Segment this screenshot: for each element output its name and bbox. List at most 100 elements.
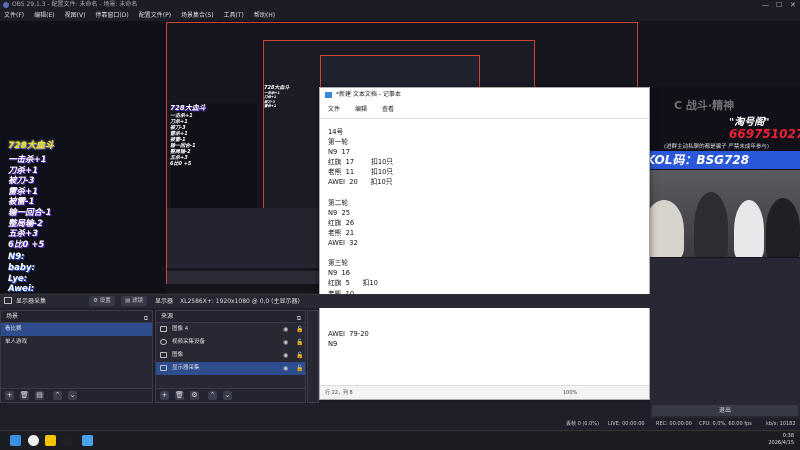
menu-view[interactable]: 视图(V) <box>65 10 86 21</box>
promo-line1: C 战斗·精神 <box>674 99 735 112</box>
remove-icon[interactable]: 🗑 <box>175 391 184 400</box>
camera-icon <box>160 339 167 345</box>
clock-time: 0:38 <box>782 433 794 439</box>
eye-icon[interactable]: ◉ <box>283 362 288 375</box>
promo-number: 669751027 <box>729 127 800 141</box>
eye-icon[interactable]: ◉ <box>283 323 288 336</box>
move-up-icon[interactable]: ⌃ <box>208 391 217 400</box>
scenes-panel: 场景 ⧉ 看比赛 单人游戏 + 🗑 ▤ ⌃ ⌄ <box>0 310 153 403</box>
webcam-feed <box>634 170 800 257</box>
source-item[interactable]: 图像 ◉ 🔓 <box>156 349 305 362</box>
notepad-menu-edit[interactable]: 编辑 <box>355 102 367 118</box>
source-item[interactable]: 显示器采集 ◉ 🔓 <box>156 362 305 375</box>
menu-file[interactable]: 文件(F) <box>4 10 24 21</box>
score-overlay: 728大血斗 一击杀+1 刀杀+1 被刀-3 雷杀+1 被雷-1 输一回合-1 … <box>8 138 118 295</box>
obs-title-bar: OBS 29.1.3 - 配置文件: 未命名 - 场景: 未命名 — ☐ ✕ <box>0 0 800 10</box>
overlay-line: 被雷-1 <box>8 197 35 208</box>
filters-label: 滤镜 <box>131 298 143 304</box>
nick-n9: N9: <box>8 252 25 263</box>
lock-icon[interactable]: 🔓 <box>296 349 303 362</box>
monitor-icon <box>160 365 167 371</box>
image-icon <box>160 352 167 358</box>
overlay-line: 6比0 +5 <box>8 239 45 250</box>
undock-icon[interactable]: ⧉ <box>144 313 148 325</box>
notepad-menu-view[interactable]: 查看 <box>382 102 394 118</box>
menu-docks[interactable]: 停靠窗口(D) <box>95 10 128 21</box>
exit-button[interactable]: 退出 <box>652 405 798 416</box>
person-figure <box>766 198 800 257</box>
lock-icon[interactable]: 🔓 <box>296 323 303 336</box>
promo-warning: (进群主动私聊的都是骗子 严禁未成年参与) <box>664 144 770 150</box>
gear-icon: ⚙ <box>93 298 100 304</box>
eye-icon[interactable]: ◉ <box>283 349 288 362</box>
display-label: 显示器 <box>155 298 174 305</box>
obs-menu-bar: 文件(F) 编辑(E) 视图(V) 停靠窗口(D) 配置文件(P) 场景集合(S… <box>0 10 800 21</box>
monitor-icon <box>4 297 12 304</box>
minimize-icon[interactable]: — <box>762 0 769 10</box>
menu-tools[interactable]: 工具(T) <box>224 10 244 21</box>
notepad-menu: 文件 编辑 查看 <box>320 102 649 118</box>
overlay-title-tiny: 728大血斗 <box>264 85 290 91</box>
scene-item[interactable]: 单人游戏 <box>1 336 152 349</box>
add-icon[interactable]: + <box>5 391 14 400</box>
overlay-line: 6比0 +5 <box>170 161 192 167</box>
lock-icon[interactable]: 🔓 <box>296 362 303 375</box>
overlay-line: 雷杀+1 <box>8 186 39 197</box>
explorer-icon[interactable] <box>45 435 56 446</box>
notepad-taskbar-icon[interactable] <box>82 435 93 446</box>
qq-icon[interactable] <box>62 435 73 446</box>
settings-label: 设置 <box>99 298 111 304</box>
notepad-menu-file[interactable]: 文件 <box>328 102 340 118</box>
notepad-title-bar[interactable]: *新建 文本文档 - 记事本 <box>320 88 649 102</box>
add-icon[interactable]: + <box>160 391 169 400</box>
obs-app-icon[interactable] <box>28 435 39 446</box>
source-name: 显示器采集 <box>172 365 200 371</box>
move-down-icon[interactable]: ⌄ <box>68 391 77 400</box>
filter-icon[interactable]: ▤ <box>35 391 44 400</box>
kol-banner: KOL码：BSG728 <box>642 151 800 169</box>
windows-start-icon[interactable] <box>10 435 21 446</box>
source-name: 视频采集设备 <box>172 339 206 345</box>
scenes-toolbar: + 🗑 ▤ ⌃ ⌄ <box>1 388 152 402</box>
maximize-icon[interactable]: ☐ <box>776 0 782 10</box>
lock-icon[interactable]: 🔓 <box>296 336 303 349</box>
overlay-nicknames: N9: baby: Lye: Awei: <box>8 252 118 294</box>
notepad-title: *新建 文本文档 - 记事本 <box>336 91 401 98</box>
gear-icon[interactable]: ⚙ <box>190 391 199 400</box>
move-down-icon[interactable]: ⌄ <box>223 391 232 400</box>
display-value[interactable]: XL2586X+: 1920x1080 @ 0,0 (主显示器) <box>180 295 300 309</box>
sources-title: 来源 <box>161 313 174 320</box>
notepad-status-bar: 行 22，列 8 100% <box>320 385 649 399</box>
menu-scene-collection[interactable]: 场景集合(S) <box>181 10 214 21</box>
overlay-title-small: 728大血斗 <box>170 104 206 112</box>
eye-icon[interactable]: ◉ <box>283 336 288 349</box>
obs-title: OBS 29.1.3 - 配置文件: 未命名 - 场景: 未命名 <box>12 1 138 8</box>
scenes-header: 场景 ⧉ <box>1 311 152 323</box>
overlay-copy-small: 728大血斗 一击杀+1 刀杀+1 被刀-3 雷杀+1 被雷-1 输一回合-1 … <box>170 103 230 167</box>
overlay-line: 一击杀+1 <box>8 155 47 165</box>
source-item[interactable]: 图像 4 ◉ 🔓 <box>156 323 305 336</box>
menu-profile[interactable]: 配置文件(P) <box>139 10 171 21</box>
clock-date: 2026/4/15 <box>768 440 794 446</box>
notepad-cursor-position: 行 22，列 8 <box>325 390 353 396</box>
selected-source-name: 显示器采集 <box>16 298 47 305</box>
scenes-title: 场景 <box>6 313 19 320</box>
overlay-line: 五杀+3 <box>8 229 39 240</box>
menu-edit[interactable]: 编辑(E) <box>34 10 54 21</box>
settings-button[interactable]: ⚙ 设置 <box>89 296 115 306</box>
scene-item[interactable]: 看比赛 <box>1 323 152 336</box>
overlay-line: 输一回合-1 <box>8 207 52 218</box>
remove-icon[interactable]: 🗑 <box>20 391 29 400</box>
move-up-icon[interactable]: ⌃ <box>53 391 62 400</box>
filters-button[interactable]: ▤ 滤镜 <box>121 296 147 306</box>
notepad-window[interactable]: *新建 文本文档 - 记事本 文件 编辑 查看 14号 第一轮 N9 17 红旗… <box>319 87 650 400</box>
rec-time: REC: 00:00:00 <box>656 421 692 427</box>
menu-help[interactable]: 帮助(H) <box>254 10 275 21</box>
source-item[interactable]: 视频采集设备 ◉ 🔓 <box>156 336 305 349</box>
audio-mixer-panel <box>307 310 319 403</box>
bitrate: kb/s: 10182 <box>766 421 796 427</box>
overlay-line: 刀杀+1 <box>8 165 39 176</box>
close-icon[interactable]: ✕ <box>790 0 796 10</box>
system-clock[interactable]: 0:38 2026/4/15 <box>768 433 794 447</box>
notepad-text-area[interactable]: 14号 第一轮 N9 17 红旗 17 扣10只 老熊 11 扣10只 AWEI… <box>320 118 649 386</box>
